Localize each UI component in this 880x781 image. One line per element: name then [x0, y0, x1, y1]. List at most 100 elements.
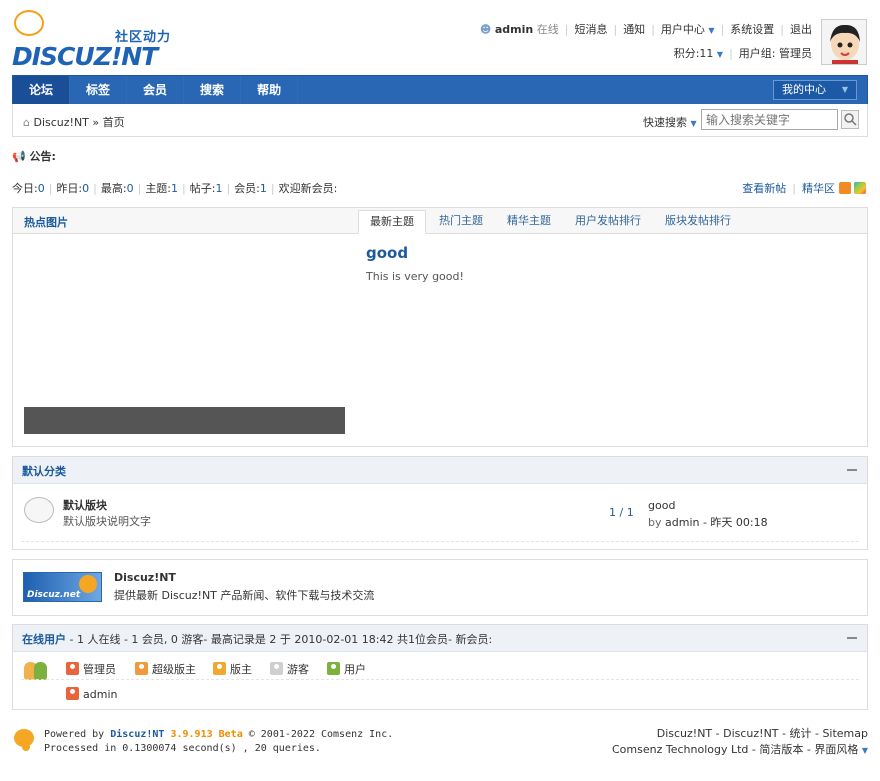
home-icon: ⌂ — [23, 116, 30, 129]
site-logo[interactable]: 社区动力 DISCUZ!NT — [12, 10, 172, 72]
stat-today-label: 今日: — [12, 182, 38, 195]
logo-wordmark: DISCUZ!NT — [12, 42, 158, 71]
legend-user: 用户 — [327, 661, 366, 677]
category-title[interactable]: 默认分类 — [22, 463, 66, 479]
usergroup-text: 用户组: 管理员 — [738, 47, 812, 60]
admin-icon — [66, 687, 79, 700]
tab-forum-post-rank[interactable]: 版块发帖排行 — [654, 210, 742, 234]
forum-description: 默认版块说明文字 — [63, 515, 151, 528]
latest-thread-title[interactable]: good — [366, 244, 408, 262]
stat-max-value: 0 — [126, 182, 134, 195]
collapse-icon[interactable] — [847, 637, 857, 639]
nav-forum[interactable]: 论坛 — [13, 76, 71, 104]
last-post-user[interactable]: admin — [665, 516, 699, 529]
hot-tabs: 最新主题 热门主题 精华主题 用户发帖排行 版块发帖排行 — [358, 210, 744, 235]
stat-today-value: 0 — [37, 182, 45, 195]
new-posts-link[interactable]: 查看新帖 — [742, 182, 786, 195]
category-header: 默认分类 — [13, 457, 867, 484]
chevron-down-icon: ▼ — [690, 119, 697, 128]
discuz-net-logo[interactable]: Discuz.net — [23, 572, 102, 602]
search-input[interactable] — [701, 109, 838, 130]
stat-posts-value: 1 — [215, 182, 223, 195]
breadcrumb-site[interactable]: Discuz!NT — [33, 116, 88, 129]
notifications-link[interactable]: 通知 — [623, 23, 645, 36]
user-info: 积分:11 ▼ | 用户组: 管理员 — [673, 47, 812, 60]
user-icon — [327, 662, 340, 675]
powered-by: Powered by — [44, 729, 105, 740]
rss-icon[interactable] — [838, 182, 851, 194]
legend-user-label: 用户 — [344, 663, 366, 676]
welcome-text: 欢迎新会员: — [278, 182, 338, 195]
friend-links: Discuz.net Discuz!NT 提供最新 Discuz!NT 产品新闻… — [12, 559, 868, 616]
footer-info: Powered by Discuz!NT 3.9.913 Beta © 2001… — [44, 728, 393, 756]
search-button[interactable] — [841, 110, 859, 129]
tab-latest-threads[interactable]: 最新主题 — [358, 210, 426, 234]
quick-search-toggle[interactable]: 快速搜索 ▼ — [643, 114, 697, 130]
settings-link[interactable]: 系统设置 — [730, 23, 774, 36]
avatar[interactable] — [821, 19, 867, 65]
nav-members[interactable]: 会员 — [127, 76, 185, 104]
main-nav: 论坛 标签 会员 搜索 帮助 我的中心 ▼ — [12, 75, 868, 105]
legend-super-mod: 超级版主 — [135, 661, 196, 677]
logo-bubble-icon — [14, 10, 44, 36]
user-icon: ☻ — [479, 23, 492, 36]
legend-mod-label: 版主 — [230, 663, 252, 676]
megaphone-icon: 📢 — [12, 150, 26, 163]
forum-status-icon — [24, 497, 54, 523]
avatar-face-icon — [822, 20, 866, 64]
username-link[interactable]: admin — [495, 23, 533, 36]
credits-link[interactable]: 积分:11 — [674, 47, 714, 60]
chevron-down-icon: ▼ — [861, 746, 868, 755]
stat-members-label: 会员: — [234, 182, 260, 195]
hot-images-title: 热点图片 — [24, 216, 68, 229]
nav-help[interactable]: 帮助 — [241, 76, 299, 104]
online-summary: - 1 人在线 - 1 会员, 0 游客- 最高记录是 2 于 2010-02-… — [69, 633, 493, 646]
logout-link[interactable]: 退出 — [790, 23, 812, 36]
hot-section: 热点图片 最新主题 热门主题 精华主题 用户发帖排行 版块发帖排行 good T… — [12, 207, 868, 447]
forum-name[interactable]: 默认版块 — [63, 497, 107, 513]
processed-info: Processed in 0.1300074 second(s) , 20 qu… — [44, 743, 321, 754]
product-link[interactable]: Discuz!NT — [110, 729, 164, 740]
online-users: 在线用户 - 1 人在线 - 1 会员, 0 游客- 最高记录是 2 于 201… — [12, 624, 868, 710]
footer-logo-dot-icon — [22, 743, 30, 751]
stat-posts-label: 帖子: — [189, 182, 216, 195]
link-description: 提供最新 Discuz!NT 产品新闻、软件下载与技术交流 — [114, 589, 375, 602]
messages-link[interactable]: 短消息 — [574, 23, 607, 36]
online-label: 在线用户 — [22, 633, 66, 646]
collapse-icon[interactable] — [847, 469, 857, 471]
breadcrumb-current: 首页 — [102, 116, 125, 129]
link-logo-text: Discuz.net — [27, 590, 81, 600]
last-post-title[interactable]: good — [648, 499, 675, 512]
my-center-button[interactable]: 我的中心 ▼ — [773, 80, 857, 100]
breadcrumb-bar: ⌂ Discuz!NT » 首页 快速搜索 ▼ — [12, 104, 868, 137]
xml-feed-icon[interactable] — [854, 182, 866, 194]
forum-stats: 今日:0 | 昨日:0 | 最高:0 | 主题:1 | 帖子:1 | 会员:1 | 欢迎新会员: — [12, 182, 338, 195]
stat-threads-label: 主题: — [145, 182, 172, 195]
online-user-item[interactable]: admin — [66, 687, 117, 701]
forum-counts: 1 / 1 — [609, 506, 634, 519]
link-name[interactable]: Discuz!NT — [114, 571, 176, 584]
breadcrumb: ⌂ Discuz!NT » 首页 — [23, 114, 125, 130]
last-post-by: by — [648, 516, 662, 529]
tab-hot-threads[interactable]: 热门主题 — [428, 210, 494, 234]
announcement: 📢 公告: — [12, 148, 56, 164]
footer-links-line2[interactable]: Comsenz Technology Ltd - 简洁版本 - 界面风格 — [612, 743, 858, 756]
moderator-icon — [213, 662, 226, 675]
tab-user-post-rank[interactable]: 用户发帖排行 — [564, 210, 652, 234]
online-user-name: admin — [83, 688, 118, 701]
footer-links-line1[interactable]: Discuz!NT - Discuz!NT - 统计 - Sitemap — [657, 727, 868, 740]
digest-link[interactable]: 精华区 — [802, 182, 835, 195]
search-icon — [844, 113, 857, 126]
nav-tags[interactable]: 标签 — [70, 76, 128, 104]
admin-icon — [66, 662, 79, 675]
last-post-time: - 昨天 00:18 — [702, 516, 768, 529]
user-bar: ☻ admin 在线 | 短消息 | 通知 | 用户中心 ▼ | 系统设置 | 退出 — [479, 23, 812, 36]
user-center-link[interactable]: 用户中心 — [661, 23, 705, 36]
nav-search[interactable]: 搜索 — [184, 76, 242, 104]
tab-digest-threads[interactable]: 精华主题 — [496, 210, 562, 234]
legend-guest: 游客 — [270, 661, 309, 677]
legend-super-mod-label: 超级版主 — [152, 663, 196, 676]
legend-admin: 管理员 — [66, 661, 116, 677]
breadcrumb-sep: » — [92, 116, 100, 129]
hot-image-slider[interactable] — [24, 407, 345, 434]
